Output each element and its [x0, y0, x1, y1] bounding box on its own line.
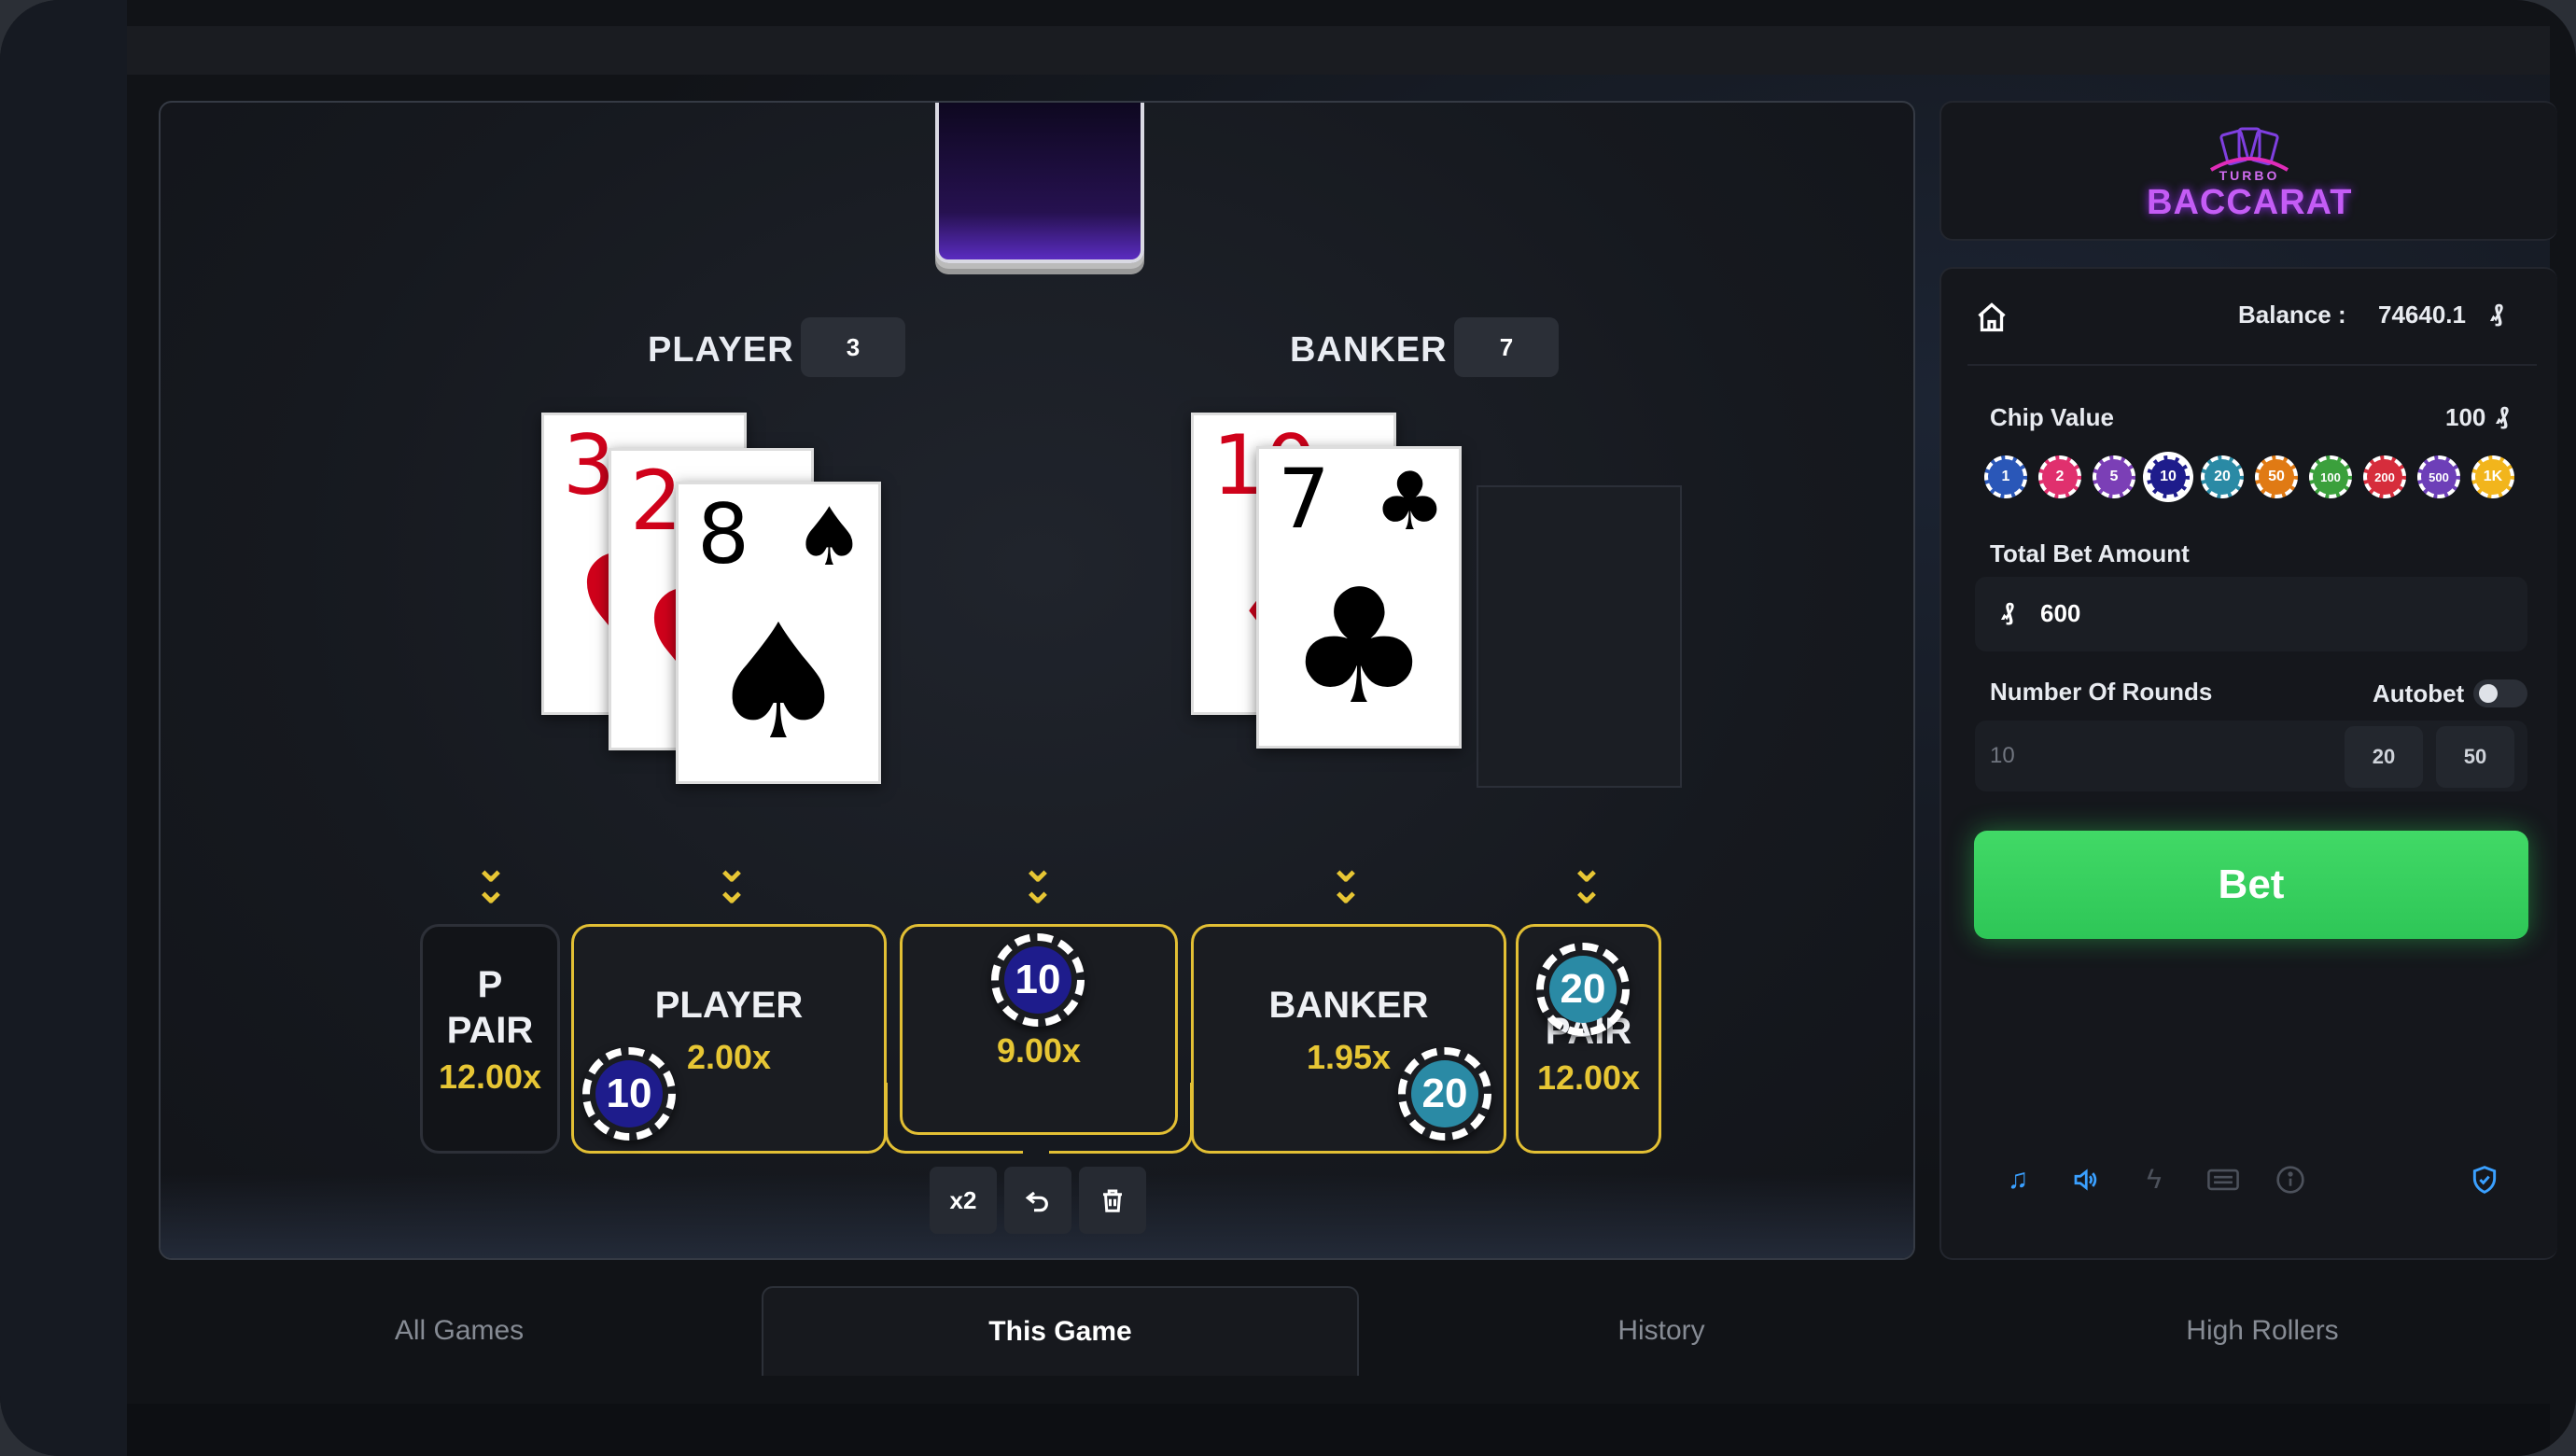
banker-score: 7: [1454, 317, 1559, 377]
bet-label: PLAYER: [654, 985, 804, 1026]
chip-value: 20: [1560, 966, 1606, 1012]
chip-select-1[interactable]: 1: [1984, 455, 2027, 498]
chip-value-label: Chip Value: [1990, 403, 2114, 431]
placed-chip-tie[interactable]: 10: [991, 933, 1085, 1027]
chevron-down-icon: ⌄ ⌄: [1570, 846, 1603, 912]
total-bet-value: 600: [2040, 599, 2081, 627]
balance-value: 74640.1: [2378, 301, 2466, 329]
game-logo: TURBO BACCARAT: [2147, 127, 2352, 230]
bet-multiplier: 12.00x: [1536, 1058, 1641, 1097]
info-icon[interactable]: [2272, 1161, 2309, 1198]
spade-suit-icon: ♠: [792, 491, 865, 584]
card-rank: 2: [630, 453, 682, 549]
bottom-bar: [127, 1404, 2550, 1456]
player-score: 3: [801, 317, 905, 377]
placed-chip-banker-pair[interactable]: 20: [1536, 943, 1630, 1036]
card-rank: 3: [563, 417, 615, 513]
provably-fair-shield-icon[interactable]: [2466, 1161, 2503, 1198]
card-rank: 8: [697, 486, 749, 582]
tab-all-games[interactable]: All Games: [161, 1286, 758, 1376]
left-sidebar: [0, 0, 127, 1456]
tab-high-rollers[interactable]: High Rollers: [1964, 1286, 2561, 1376]
chip-select-1k[interactable]: 1K: [2471, 455, 2514, 498]
player-hand-label: PLAYER: [648, 330, 794, 370]
total-bet-field[interactable]: ₰ 600: [1975, 577, 2527, 651]
chip-select-500[interactable]: 500: [2417, 455, 2460, 498]
clear-bets-button[interactable]: [1079, 1167, 1146, 1234]
connector-gap: [1023, 1139, 1049, 1161]
chevron-down-icon: ⌄ ⌄: [1021, 846, 1055, 912]
rounds-value: 10: [1990, 743, 2015, 768]
banker-hand-label: BANKER: [1290, 330, 1448, 370]
double-bet-button[interactable]: x2: [930, 1167, 997, 1234]
balance-label: Balance :: [2238, 301, 2346, 329]
bet-label: PAIR: [446, 1010, 534, 1051]
tab-this-game[interactable]: This Game: [762, 1286, 1359, 1376]
music-icon[interactable]: ♫: [1999, 1161, 2037, 1198]
placed-chip-banker[interactable]: 20: [1398, 1047, 1491, 1141]
currency-icon: ₰: [2001, 597, 2015, 625]
placed-chip-player[interactable]: 10: [582, 1047, 676, 1141]
club-suit-icon: ♣: [1373, 455, 1446, 549]
bet-multiplier: 12.00x: [438, 1057, 542, 1096]
bet-button[interactable]: Bet: [1974, 831, 2528, 939]
chip-value: 20: [1421, 1071, 1468, 1116]
rounds-option-20[interactable]: 20: [2345, 726, 2423, 788]
empty-card-slot: [1477, 485, 1682, 788]
turbo-icon[interactable]: ϟ: [2135, 1161, 2173, 1198]
chip-select-5[interactable]: 5: [2093, 455, 2135, 498]
card-shoe: [935, 103, 1144, 263]
currency-icon: ₰: [2490, 299, 2504, 327]
rounds-label: Number Of Rounds: [1990, 678, 2213, 706]
chip-select-2[interactable]: 2: [2038, 455, 2081, 498]
undo-button[interactable]: [1004, 1167, 1071, 1234]
chip-select-20[interactable]: 20: [2201, 455, 2244, 498]
spade-suit-icon: ♠: [707, 591, 850, 776]
top-bar: [127, 26, 2550, 75]
chevron-down-icon: ⌄ ⌄: [715, 846, 749, 912]
cards-logo-icon: [2209, 127, 2289, 172]
chip-select-200[interactable]: 200: [2363, 455, 2406, 498]
undo-icon: [1025, 1191, 1048, 1212]
logo-title: BACCARAT: [2147, 183, 2353, 222]
logo-subtitle: TURBO: [2219, 168, 2280, 183]
banker-card-2: 7 ♣ ♣: [1256, 446, 1462, 749]
chip-value: 100: [2445, 403, 2486, 431]
autobet-toggle[interactable]: [2473, 679, 2527, 707]
game-table: PLAYER 3 BANKER 7 3 ♥ 2 ♥ 8 ♠ ♠ 10 ♦ 7 ♣…: [159, 101, 1915, 1260]
bet-label: BANKER: [1268, 985, 1429, 1026]
chevron-down-icon: ⌄ ⌄: [1329, 846, 1363, 912]
tab-history[interactable]: History: [1363, 1286, 1960, 1376]
keyboard-icon[interactable]: [2205, 1161, 2242, 1198]
home-icon[interactable]: [1975, 301, 2009, 334]
trash-icon: [1103, 1189, 1122, 1212]
rounds-option-50[interactable]: 50: [2436, 726, 2514, 788]
chevron-down-icon: ⌄ ⌄: [474, 846, 508, 912]
app-frame: PLAYER 3 BANKER 7 3 ♥ 2 ♥ 8 ♠ ♠ 10 ♦ 7 ♣…: [0, 0, 2576, 1456]
divider: [1967, 364, 2537, 366]
autobet-label: Autobet: [2373, 679, 2465, 707]
card-rank: 7: [1278, 451, 1330, 547]
total-bet-label: Total Bet Amount: [1990, 539, 2190, 567]
chip-select-100[interactable]: 100: [2309, 455, 2352, 498]
player-card-3: 8 ♠ ♠: [676, 482, 881, 784]
chip-value: 10: [1015, 957, 1061, 1002]
bet-multiplier: 9.00x: [996, 1031, 1082, 1070]
chip-select-10[interactable]: 10: [2147, 455, 2190, 498]
chip-select-50[interactable]: 50: [2255, 455, 2298, 498]
currency-icon: ₰: [2496, 401, 2510, 429]
club-suit-icon: ♣: [1287, 555, 1431, 740]
bet-spot-player-pair[interactable]: P PAIR 12.00x: [420, 924, 560, 1154]
sound-icon[interactable]: [2066, 1161, 2104, 1198]
chip-value: 10: [606, 1071, 652, 1116]
bet-label: P: [477, 964, 503, 1005]
